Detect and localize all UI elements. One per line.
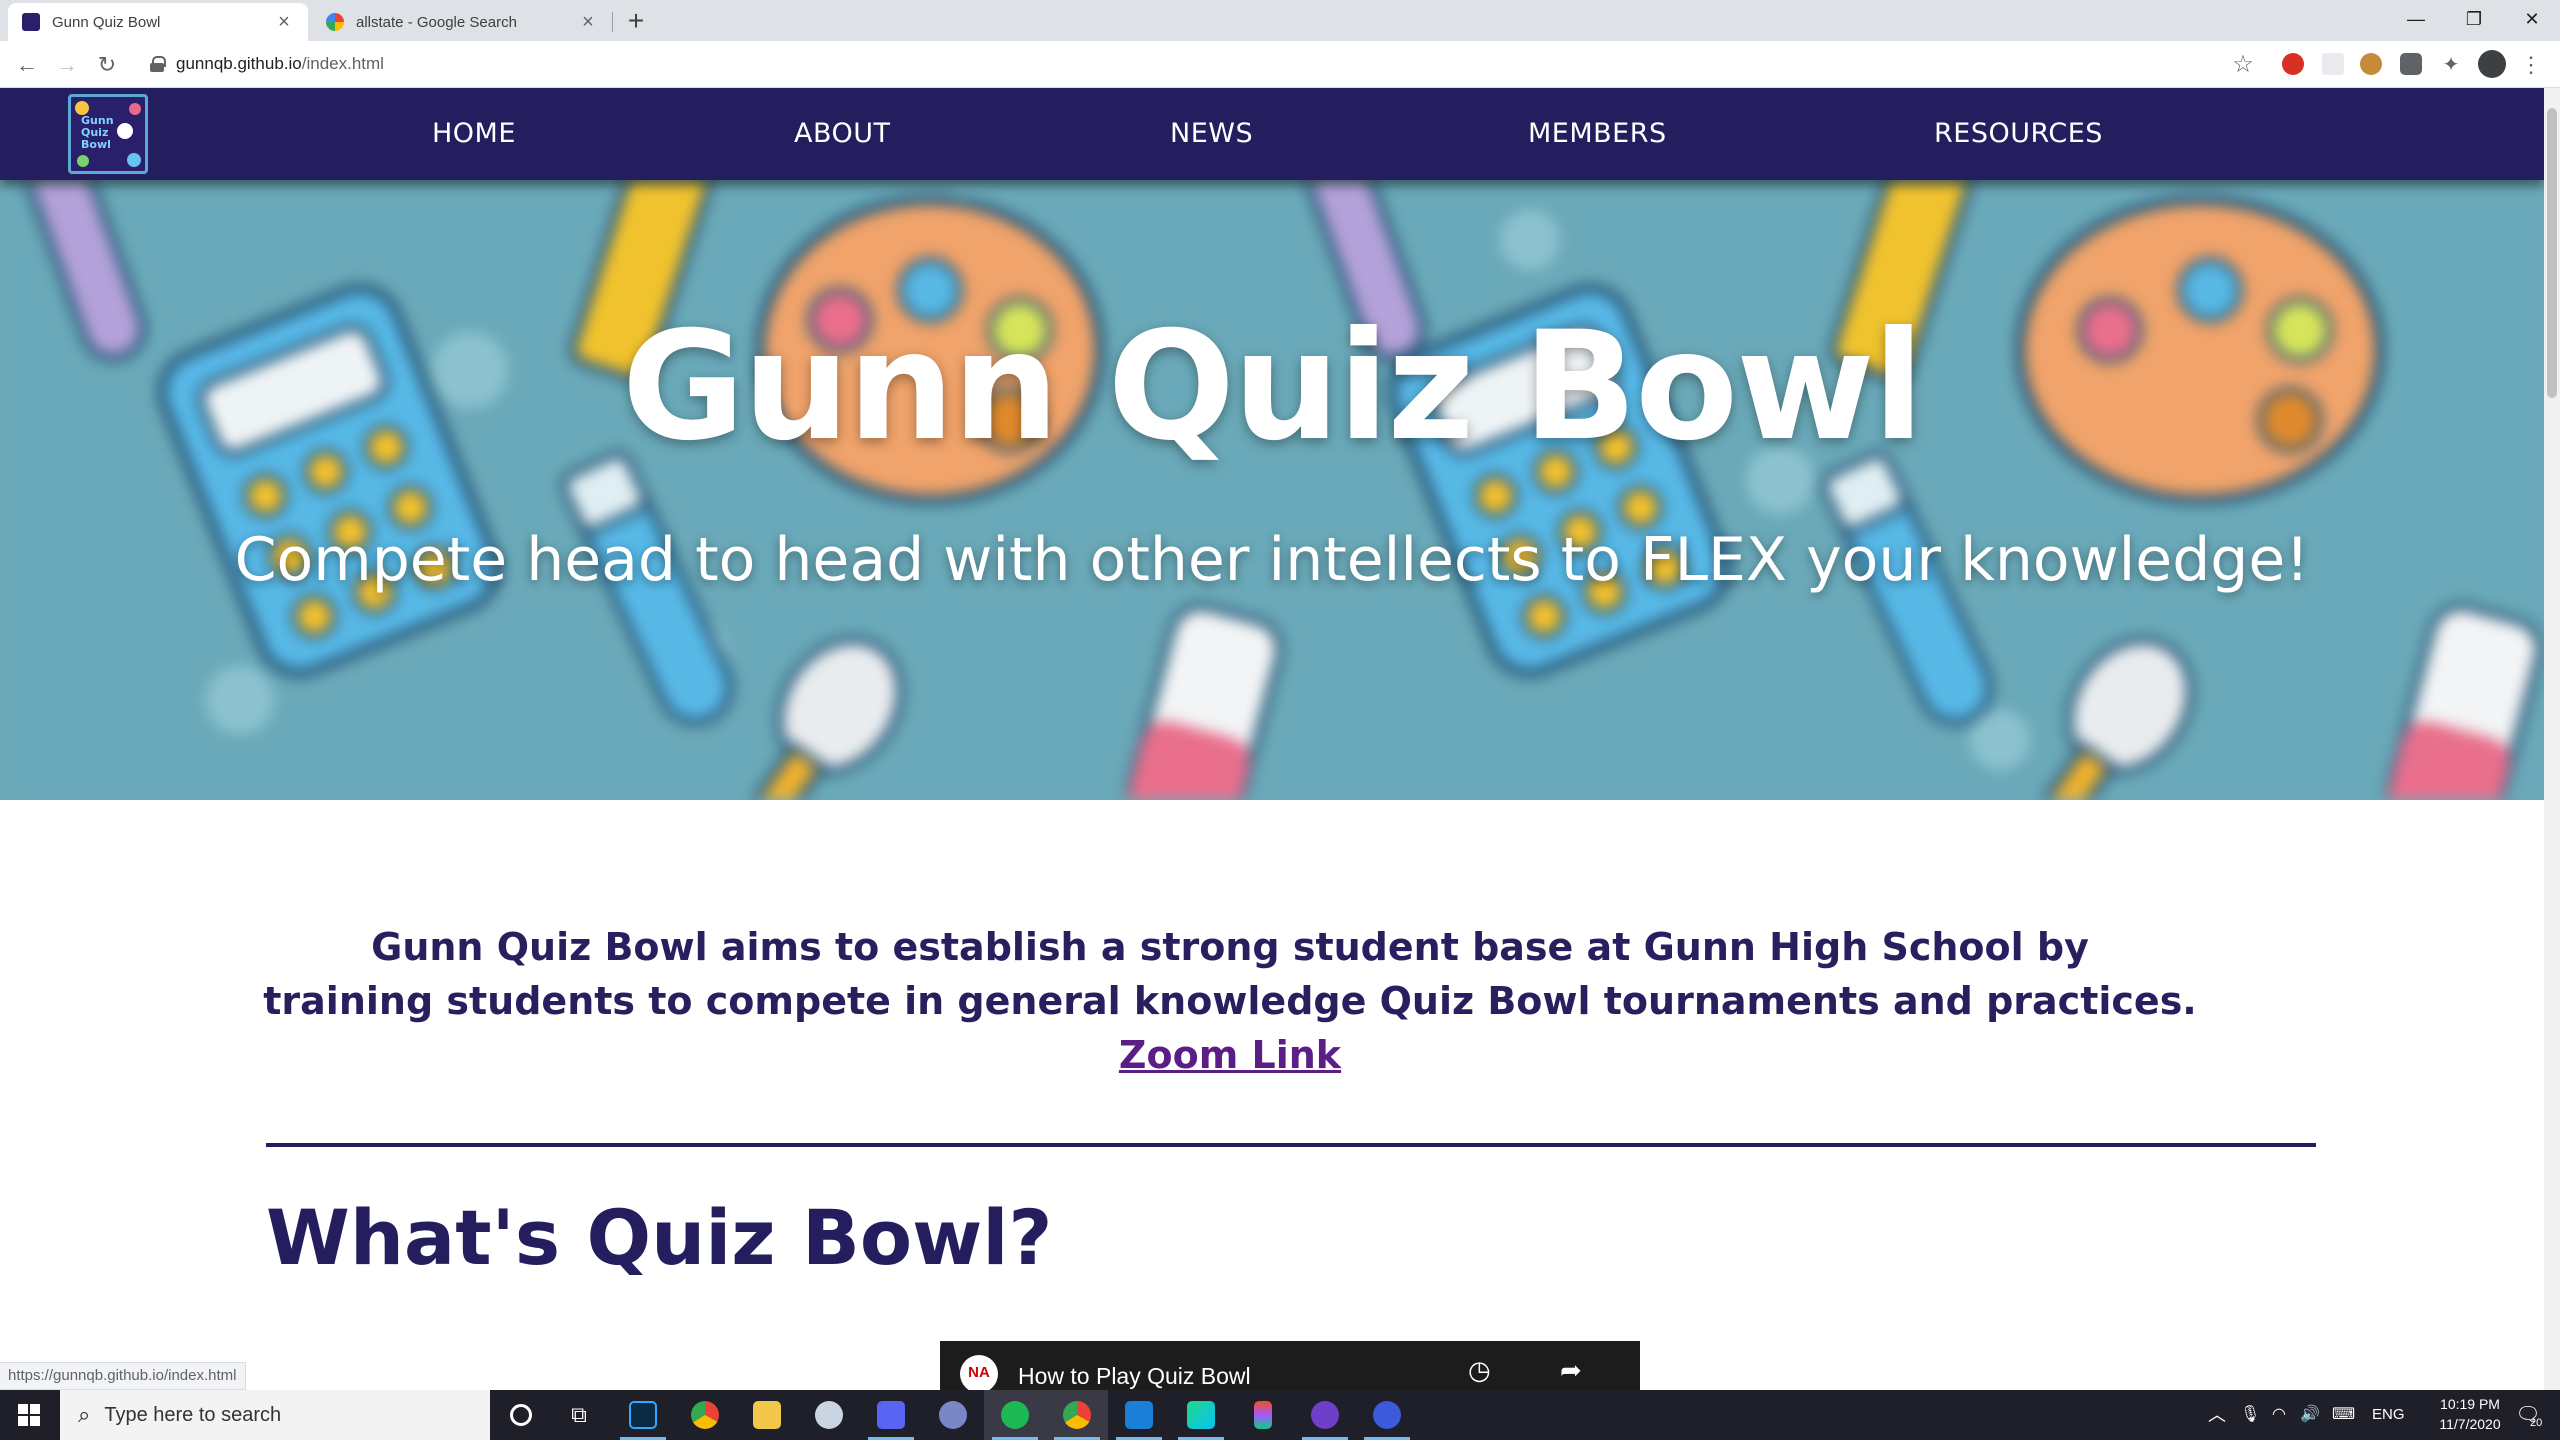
browser-tab-strip: Gunn Quiz Bowl × allstate - Google Searc…: [0, 0, 2560, 41]
extensions-puzzle-icon[interactable]: ✦: [2436, 50, 2466, 80]
logo-decoration: [75, 101, 89, 115]
input-language-indicator[interactable]: ENG: [2372, 1390, 2405, 1440]
taskbar-clock[interactable]: 10:19 PM 11/7/2020: [2420, 1390, 2520, 1440]
github-desktop-icon[interactable]: [1294, 1390, 1356, 1440]
task-view-icon[interactable]: ⧉: [548, 1390, 610, 1440]
chrome-menu-icon[interactable]: ⋮: [2516, 50, 2546, 80]
nav-about-link[interactable]: ABOUT: [794, 88, 891, 180]
forward-arrow-icon[interactable]: →: [52, 50, 82, 80]
tab-gunn-quiz-bowl[interactable]: Gunn Quiz Bowl ×: [8, 3, 308, 41]
bookmark-star-icon[interactable]: ☆: [2228, 50, 2258, 80]
profile-avatar[interactable]: [2478, 50, 2506, 78]
close-tab-icon[interactable]: ×: [274, 11, 294, 34]
cortana-icon[interactable]: [490, 1390, 552, 1440]
hero-title: Gunn Quiz Bowl: [621, 300, 1924, 474]
extension-gray-icon[interactable]: [2400, 53, 2422, 75]
school-supplies-background-image: [0, 180, 2544, 800]
site-navbar: Gunn Quiz Bowl HOME ABOUT NEWS MEMBERS R…: [0, 88, 2544, 180]
extension-reader-icon[interactable]: [2322, 53, 2344, 75]
embedded-video-player[interactable]: NA How to Play Quiz Bowl ◷ ➦: [940, 1341, 1640, 1390]
close-window-button[interactable]: ✕: [2504, 0, 2560, 40]
zoom-link[interactable]: Zoom Link: [1119, 1033, 1341, 1077]
video-title[interactable]: How to Play Quiz Bowl: [1018, 1363, 1251, 1390]
search-icon: ⌕: [78, 1402, 91, 1427]
section-divider: [266, 1143, 2316, 1147]
google-favicon-icon: [326, 13, 344, 31]
nav-resources-link[interactable]: RESOURCES: [1934, 88, 2103, 180]
page-scrollbar[interactable]: [2544, 88, 2560, 1390]
nav-members-link[interactable]: MEMBERS: [1528, 88, 1667, 180]
microphone-icon[interactable]: 🎙: [2240, 1390, 2260, 1440]
watch-later-clock-icon[interactable]: ◷: [1468, 1355, 1491, 1386]
keyboard-icon[interactable]: ⌨: [2332, 1390, 2355, 1440]
settings-gear-icon[interactable]: [1356, 1390, 1418, 1440]
nav-news-link[interactable]: NEWS: [1170, 88, 1253, 180]
notification-count-badge: 20: [2530, 1417, 2543, 1429]
brain-icon: [117, 123, 133, 139]
tab-title: allstate - Google Search: [356, 13, 517, 31]
close-tab-icon[interactable]: ×: [578, 11, 598, 34]
search-placeholder: Type here to search: [104, 1403, 282, 1426]
figma-app-icon[interactable]: [1232, 1390, 1294, 1440]
logo-text: Gunn Quiz Bowl: [81, 114, 114, 151]
discord-app-icon[interactable]: [860, 1390, 922, 1440]
url-text: gunnqb.github.io/index.html: [176, 54, 384, 73]
scrollbar-thumb[interactable]: [2547, 108, 2557, 398]
reload-icon[interactable]: ↻: [92, 50, 122, 80]
taskbar-search-box[interactable]: ⌕ Type here to search: [60, 1390, 490, 1440]
network-wifi-icon[interactable]: ◠: [2272, 1390, 2286, 1440]
intro-line-2: training students to compete in general …: [263, 979, 2197, 1023]
address-bar[interactable]: gunnqb.github.io/index.html: [140, 45, 2240, 83]
logo-decoration: [129, 103, 141, 115]
tab-separator: [612, 12, 613, 32]
photos-app-icon[interactable]: [1108, 1390, 1170, 1440]
whats-quiz-bowl-heading: What's Quiz Bowl?: [266, 1193, 1053, 1282]
logo-decoration: [77, 155, 89, 167]
restore-window-button[interactable]: ❐: [2446, 0, 2502, 40]
page-viewport: Gunn Quiz Bowl HOME ABOUT NEWS MEMBERS R…: [0, 88, 2544, 1390]
windows-start-icon[interactable]: [0, 1390, 58, 1440]
extension-cookie-icon[interactable]: [2360, 53, 2382, 75]
extension-adblock-icon[interactable]: [2282, 53, 2304, 75]
chrome-app-icon[interactable]: [674, 1390, 736, 1440]
logo-decoration: [127, 153, 141, 167]
spotify-app-icon[interactable]: [984, 1390, 1046, 1440]
site-logo[interactable]: Gunn Quiz Bowl: [68, 94, 148, 174]
minimize-window-button[interactable]: —: [2388, 0, 2444, 40]
notes-app-icon[interactable]: [922, 1390, 984, 1440]
paint-app-icon[interactable]: [798, 1390, 860, 1440]
chrome-active-window-icon[interactable]: [1046, 1390, 1108, 1440]
browser-toolbar: ← → ↻ gunnqb.github.io/index.html ☆ ✦ ⋮: [0, 41, 2560, 88]
clock-time: 10:19 PM: [2440, 1396, 2500, 1412]
tab-allstate-search[interactable]: allstate - Google Search ×: [312, 3, 612, 41]
share-arrow-icon[interactable]: ➦: [1560, 1355, 1582, 1386]
channel-avatar[interactable]: NA: [960, 1355, 998, 1390]
photoshop-app-icon[interactable]: [612, 1390, 674, 1440]
file-explorer-icon[interactable]: [736, 1390, 798, 1440]
hero-banner: Gunn Quiz Bowl Compete head to head with…: [0, 180, 2544, 800]
intro-line-1: Gunn Quiz Bowl aims to establish a stron…: [371, 925, 2089, 969]
volume-icon[interactable]: 🔊: [2300, 1390, 2320, 1440]
back-arrow-icon[interactable]: ←: [12, 50, 42, 80]
show-hidden-icons-chevron-icon[interactable]: ︿: [2208, 1390, 2226, 1440]
action-center-notifications-icon[interactable]: 🗨 20: [2508, 1390, 2548, 1440]
hero-subtitle: Compete head to head with other intellec…: [234, 525, 2310, 595]
new-tab-button[interactable]: +: [620, 6, 652, 38]
quizbowl-favicon-icon: [22, 13, 40, 31]
link-hover-status-bar: https://gunnqb.github.io/index.html: [0, 1362, 246, 1390]
clock-date: 11/7/2020: [2439, 1416, 2501, 1432]
lock-icon: [150, 56, 166, 72]
tab-title: Gunn Quiz Bowl: [52, 13, 161, 31]
windows-taskbar: ⌕ Type here to search ⧉ ︿ 🎙 ◠ 🔊 ⌨ ENG 10…: [0, 1390, 2560, 1440]
nav-home-link[interactable]: HOME: [432, 88, 516, 180]
intro-paragraph: Gunn Quiz Bowl aims to establish a stron…: [230, 920, 2230, 1082]
webstorm-app-icon[interactable]: [1170, 1390, 1232, 1440]
